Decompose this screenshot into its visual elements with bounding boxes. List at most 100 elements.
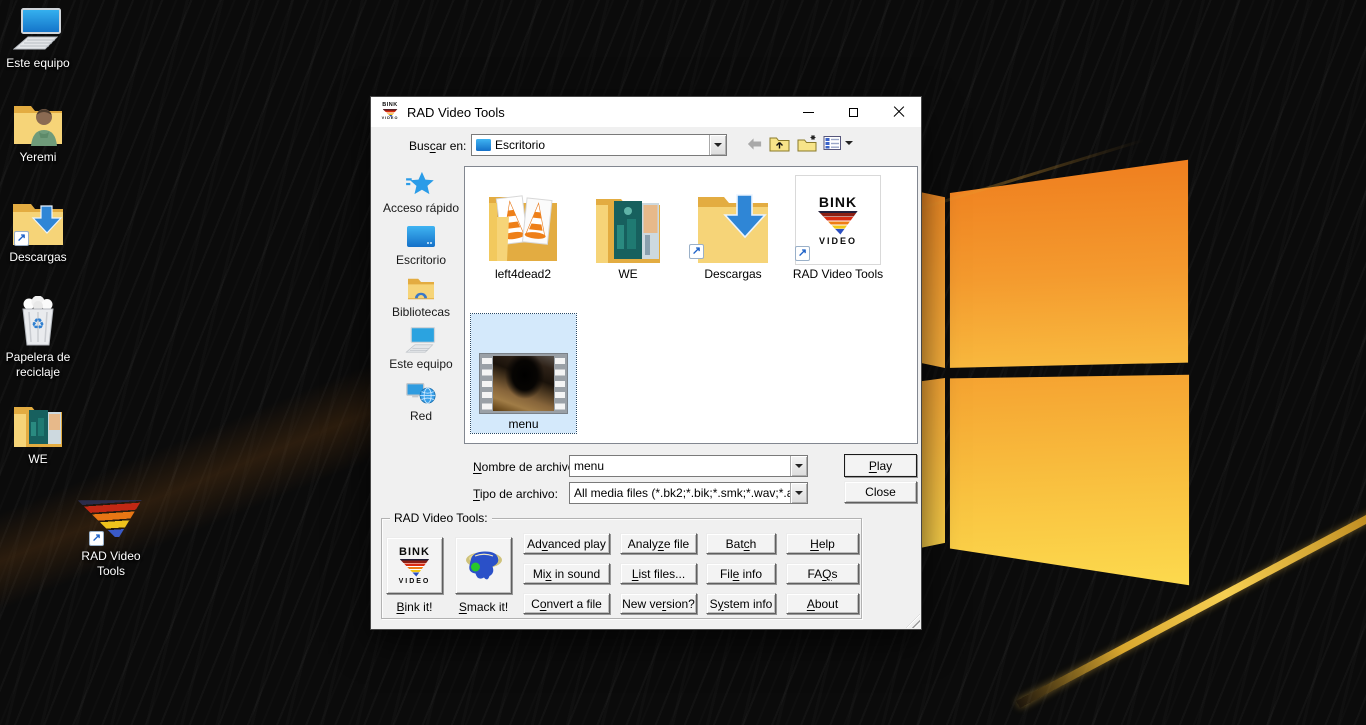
up-folder-icon — [769, 137, 789, 152]
shortcut-arrow-icon: ↗ — [14, 231, 29, 246]
rad-tornado-icon: ↗ — [79, 494, 143, 546]
video-thumbnail — [479, 353, 568, 414]
bink-video-icon: BINK VIDEO ↗ — [786, 173, 890, 265]
recycle-bin-icon: ♻ — [15, 296, 61, 346]
file-label: WE — [618, 267, 638, 281]
sidebar-item-libraries[interactable]: Bibliotecas — [379, 273, 463, 325]
rad-video-tools-dialog: BINK VIDEO RAD Video Tools Buscar en: Es… — [370, 96, 922, 630]
filename-label: Nombre de archivo: — [473, 460, 578, 474]
filename-dropdown-button[interactable] — [790, 456, 807, 476]
sidebar-item-network[interactable]: Red — [379, 377, 463, 429]
close-button[interactable] — [876, 97, 921, 127]
look-in-dropdown-button[interactable] — [709, 135, 726, 155]
up-one-level-button[interactable] — [768, 133, 790, 153]
pictures-folder-icon — [11, 402, 65, 448]
file-item-menu-selected[interactable]: menu — [470, 313, 577, 434]
batch-button[interactable]: Batch — [706, 533, 776, 554]
system-info-button[interactable]: System info — [706, 593, 776, 614]
close-button-label: Close — [865, 485, 896, 499]
analyze-file-button[interactable]: Analyze file — [620, 533, 697, 554]
sidebar-item-desktop[interactable]: Escritorio — [379, 221, 463, 273]
filename-combobox[interactable] — [569, 455, 808, 477]
video-word: VIDEO — [818, 235, 857, 246]
file-item-rad-video-tools[interactable]: BINK VIDEO ↗ RAD Video Tools — [786, 173, 890, 285]
sidebar-item-this-pc[interactable]: Este equipo — [379, 325, 463, 377]
look-in-value: Escritorio — [495, 138, 546, 152]
desktop-icon-este-equipo[interactable]: Este equipo — [0, 6, 76, 71]
convert-a-file-button[interactable]: Convert a file — [523, 593, 610, 614]
desktop-icon-descargas[interactable]: ↗ Descargas — [0, 200, 76, 265]
smack-it-label: Smack it! — [458, 600, 509, 614]
back-arrow-icon — [747, 138, 761, 150]
desktop-monitor-icon — [406, 221, 436, 252]
close-dialog-button[interactable]: Close — [844, 481, 917, 503]
list-files-button[interactable]: List files... — [620, 563, 697, 584]
downloads-folder-icon: ↗ — [681, 173, 785, 265]
filmstrip-holes-left — [482, 356, 492, 411]
file-label: left4dead2 — [494, 267, 552, 281]
minimize-icon — [803, 111, 814, 113]
desktop-icon-papelera[interactable]: ♻ Papelera de reciclaje — [0, 296, 76, 380]
sidebar-item-label: Bibliotecas — [391, 305, 451, 319]
filetype-label: Tipo de archivo: — [473, 487, 558, 501]
sidebar-item-quick-access[interactable]: Acceso rápido — [379, 169, 463, 221]
computer-icon — [405, 325, 437, 356]
resize-grip[interactable] — [906, 614, 920, 628]
maximize-button[interactable] — [831, 97, 876, 127]
help-button[interactable]: Help — [786, 533, 859, 554]
desktop-icon-rad-video-tools[interactable]: ↗ RAD Video Tools — [73, 494, 149, 579]
file-label: RAD Video Tools — [792, 267, 884, 281]
play-button-label: Play — [868, 458, 893, 473]
app-bink-icon: BINK VIDEO — [379, 103, 401, 121]
filmstrip-holes-right — [555, 356, 565, 411]
play-button[interactable]: Play — [844, 454, 917, 477]
back-button[interactable] — [745, 136, 763, 152]
desktop-icon-label: WE — [28, 452, 48, 466]
view-menu-button[interactable] — [823, 134, 853, 152]
sidebar-item-label: Escritorio — [395, 253, 446, 267]
desktop-icon-yeremi[interactable]: Yeremi — [0, 100, 76, 165]
mix-in-sound-button[interactable]: Mix in sound — [523, 563, 610, 584]
new-version-button[interactable]: New version? — [620, 593, 697, 614]
desktop: { "wallpaper": { "accent_orange": "#ef7d… — [0, 0, 1366, 725]
bink-it-label: Bink it! — [396, 600, 433, 614]
file-item-left4dead2[interactable]: left4dead2 — [471, 173, 575, 285]
filename-input[interactable] — [574, 459, 786, 473]
advanced-play-button[interactable]: Advanced play — [523, 533, 610, 554]
shortcut-arrow-icon: ↗ — [89, 531, 104, 546]
new-folder-icon — [797, 135, 816, 152]
bink-it-button[interactable]: BINK VIDEO — [386, 537, 443, 594]
shortcut-arrow-icon: ↗ — [689, 244, 704, 259]
bink-word: BINK — [818, 193, 858, 210]
about-button[interactable]: About — [786, 593, 859, 614]
sidebar-item-label: Red — [409, 409, 432, 423]
desktop-icon-label: Yeremi — [19, 150, 57, 164]
smacker-logo-icon — [465, 550, 502, 579]
filetype-value: All media files (*.bk2;*.bik;*.smk;*.wav… — [574, 486, 790, 500]
file-info-button[interactable]: File info — [706, 563, 776, 584]
title-bar[interactable]: BINK VIDEO RAD Video Tools — [371, 97, 921, 127]
user-folder-icon — [11, 100, 65, 146]
file-item-we[interactable]: WE — [576, 173, 680, 285]
chevron-down-icon — [845, 141, 853, 145]
svg-text:♻: ♻ — [31, 316, 44, 333]
file-label: menu — [508, 417, 539, 431]
sidebar-item-label: Acceso rápido — [382, 201, 460, 215]
file-label: Descargas — [704, 267, 762, 281]
places-sidebar: Acceso rápido Escritorio Bibliotecas Est… — [379, 169, 463, 429]
desktop-icon-we[interactable]: WE — [0, 402, 76, 467]
libraries-folder-icon — [406, 273, 436, 304]
video-frame — [493, 356, 554, 411]
desktop-icon-label: Descargas — [9, 250, 67, 264]
faqs-button[interactable]: FAQs — [786, 563, 859, 584]
minimize-button[interactable] — [786, 97, 831, 127]
window-title: RAD Video Tools — [407, 104, 505, 120]
filetype-dropdown-button[interactable] — [790, 483, 807, 503]
desktop-icon-label: RAD Video Tools — [81, 549, 141, 578]
new-folder-button[interactable] — [796, 133, 818, 153]
look-in-combobox[interactable]: Escritorio — [471, 134, 727, 156]
filetype-combobox[interactable]: All media files (*.bk2;*.bik;*.smk;*.wav… — [569, 482, 808, 504]
smack-it-button[interactable] — [455, 537, 512, 594]
file-item-descargas[interactable]: ↗ Descargas — [681, 173, 785, 285]
file-list[interactable]: left4dead2 WE ↗ Descargas BINK VIDEO ↗ R… — [464, 166, 918, 444]
